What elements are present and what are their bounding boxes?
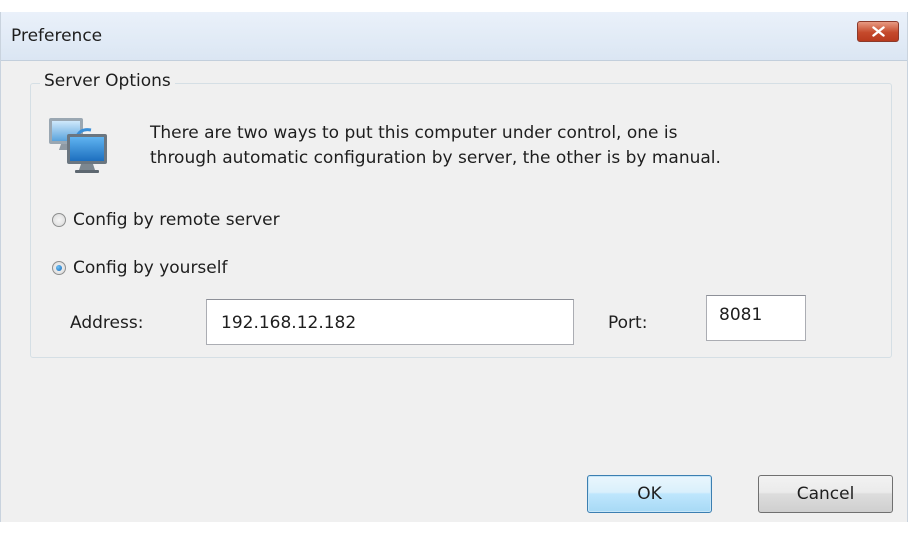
cancel-button[interactable]: Cancel bbox=[758, 475, 893, 513]
title-bar[interactable]: Preference bbox=[1, 12, 907, 61]
window-title: Preference bbox=[11, 26, 103, 46]
port-label: Port: bbox=[608, 313, 648, 333]
address-input[interactable] bbox=[221, 313, 573, 333]
close-icon bbox=[872, 26, 885, 37]
description: There are two ways to put this computer … bbox=[150, 121, 721, 171]
port-input[interactable] bbox=[719, 305, 805, 325]
description-line-1: There are two ways to put this computer … bbox=[150, 123, 678, 143]
radio-remote-server-label[interactable]: Config by remote server bbox=[73, 210, 280, 230]
radio-manual-config-label[interactable]: Config by yourself bbox=[73, 258, 227, 278]
port-field[interactable] bbox=[706, 295, 806, 341]
address-label: Address: bbox=[70, 313, 144, 333]
ok-button[interactable]: OK bbox=[587, 475, 712, 513]
networked-computers-icon bbox=[49, 118, 107, 173]
radio-manual-config-button[interactable] bbox=[52, 261, 66, 275]
group-title: Server Options bbox=[40, 71, 175, 91]
radio-manual-config[interactable]: Config by yourself bbox=[52, 256, 227, 280]
address-field[interactable] bbox=[206, 299, 574, 345]
close-button[interactable] bbox=[857, 21, 899, 42]
radio-remote-server-button[interactable] bbox=[52, 213, 66, 227]
radio-remote-server[interactable]: Config by remote server bbox=[52, 208, 280, 232]
description-line-2: through automatic configuration by serve… bbox=[150, 148, 721, 168]
